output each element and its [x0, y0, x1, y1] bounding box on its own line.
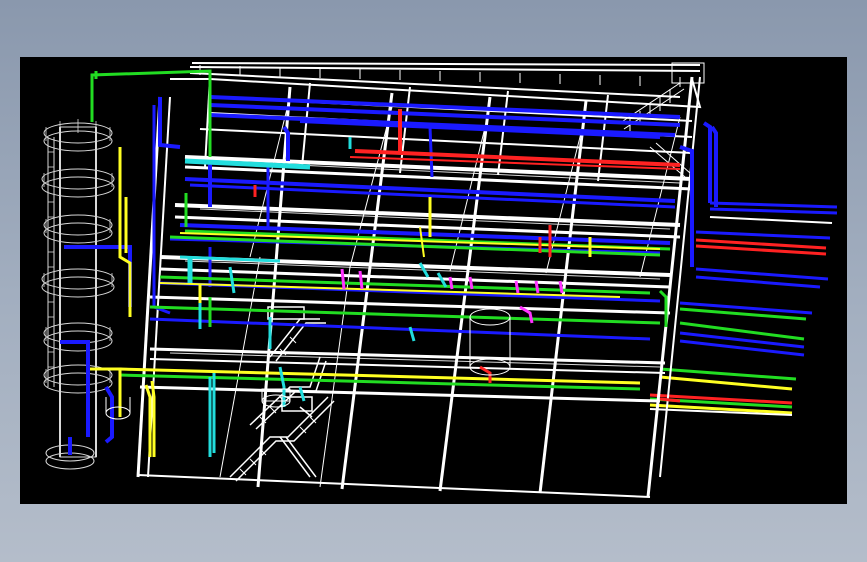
pipe-rack: [649, 201, 838, 416]
pipe-blue-3: [695, 230, 831, 240]
pipe-blue-1: [709, 201, 838, 209]
roof-edge-front: [170, 78, 702, 109]
roof-rail-back2: [191, 62, 701, 66]
beam-level-6: [139, 385, 661, 403]
pipe-blue-8: [679, 339, 805, 357]
stair-tower-front: [229, 306, 335, 482]
beam-ground: [137, 474, 651, 498]
pipe-white-1: [709, 216, 833, 224]
column-tower: [41, 119, 115, 470]
plant-3d-wireframe: [41, 62, 838, 498]
vessel-2: [105, 406, 131, 420]
model-viewport[interactable]: [20, 57, 847, 504]
pipe-blue-5: [695, 275, 821, 289]
roof-rail-back: [189, 66, 701, 72]
roof-rail-front: [189, 72, 681, 98]
pipe-blue-2: [709, 207, 838, 215]
pipe-yellow-1: [659, 375, 793, 391]
beam-level-1b: [184, 165, 693, 191]
cad-viewer: { "viewer": { "background": "#000000", "…: [0, 0, 867, 562]
beam-level-2: [174, 203, 681, 227]
